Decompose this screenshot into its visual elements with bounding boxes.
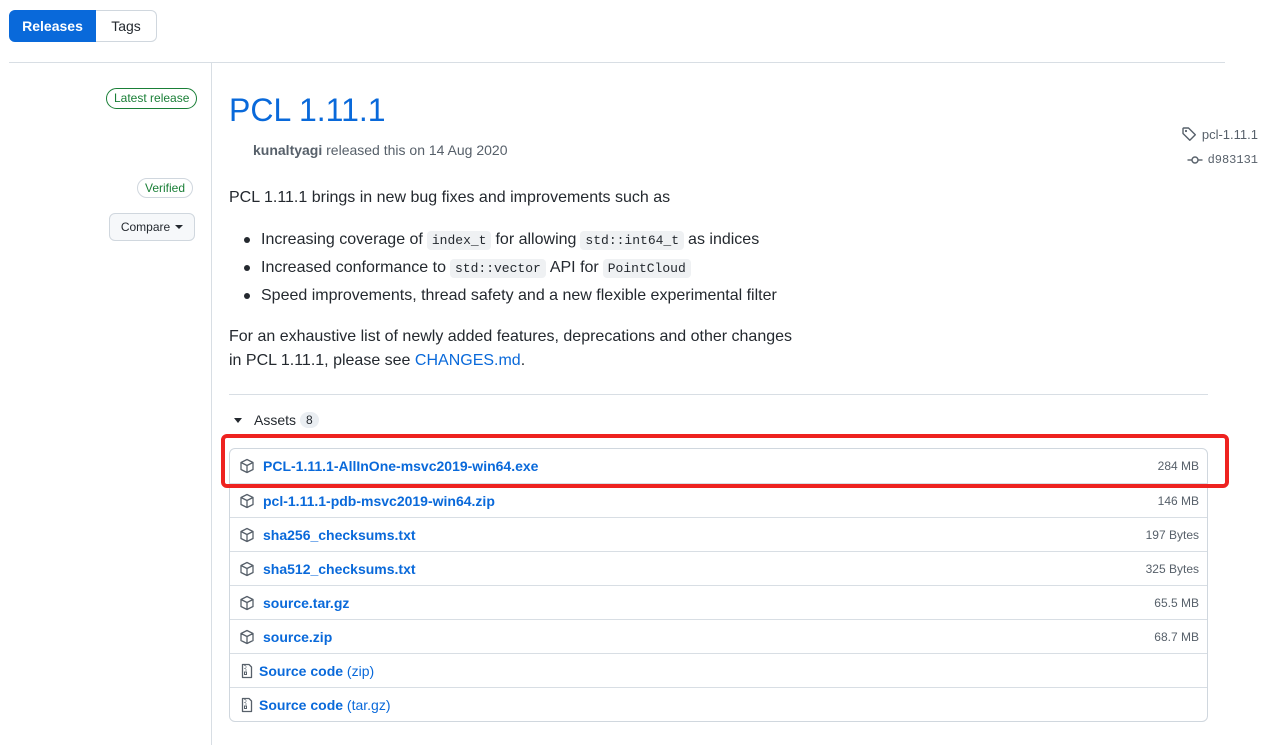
- file-zip-icon: [241, 663, 253, 678]
- package-icon: [240, 561, 254, 576]
- changes-link[interactable]: CHANGES.md: [415, 352, 521, 369]
- tag-name: pcl-1.11.1: [1201, 126, 1258, 142]
- asset-row[interactable]: sha512_checksums.txt 325 Bytes: [230, 551, 1207, 585]
- verified-badge[interactable]: Verified: [137, 178, 194, 198]
- asset-row[interactable]: PCL-1.11.1-AllInOne-msvc2019-win64.exe 2…: [230, 449, 1207, 483]
- assets-toggle[interactable]: Assets 8: [233, 412, 319, 428]
- asset-row[interactable]: sha256_checksums.txt 197 Bytes: [230, 517, 1207, 551]
- asset-size: 197 Bytes: [1145, 527, 1199, 542]
- commit-icon: [1187, 156, 1203, 164]
- file-zip-icon: [241, 697, 253, 712]
- sidebar-divider: [211, 62, 212, 745]
- bullet-dot: [244, 293, 250, 299]
- release-title[interactable]: PCL 1.11.1: [229, 92, 386, 129]
- tab-tags[interactable]: Tags: [96, 10, 157, 42]
- assets-count-badge: 8: [300, 412, 319, 428]
- assets-label: Assets: [254, 412, 297, 428]
- package-icon: [240, 493, 254, 508]
- assets-divider: [229, 394, 1208, 395]
- asset-name[interactable]: Source code (zip): [259, 663, 1199, 679]
- package-icon: [240, 527, 254, 542]
- asset-row[interactable]: source.tar.gz 65.5 MB: [230, 585, 1207, 619]
- inline-code: std::int64_t: [580, 230, 685, 250]
- inline-code: std::vector: [450, 258, 546, 278]
- asset-name[interactable]: Source code (tar.gz): [259, 697, 1199, 713]
- asset-name[interactable]: source.zip: [263, 629, 1154, 645]
- asset-size: 325 Bytes: [1145, 561, 1199, 576]
- asset-size: 65.5 MB: [1154, 595, 1199, 610]
- list-item: Increased conformance to std::vector API…: [229, 254, 777, 282]
- compare-button[interactable]: Compare: [109, 213, 195, 241]
- chevron-down-icon: [175, 225, 184, 229]
- inline-code: PointCloud: [602, 258, 691, 278]
- triangle-down-icon: [234, 417, 242, 423]
- package-icon: [240, 458, 254, 474]
- asset-name[interactable]: PCL-1.11.1-AllInOne-msvc2019-win64.exe: [263, 458, 1158, 474]
- commit-link[interactable]: d983131: [1187, 153, 1258, 167]
- asset-row[interactable]: Source code (tar.gz): [230, 687, 1207, 721]
- asset-size: 146 MB: [1157, 493, 1199, 508]
- list-item: Speed improvements, thread safety and a …: [229, 282, 777, 310]
- commit-hash: d983131: [1207, 153, 1258, 167]
- asset-row[interactable]: Source code (zip): [230, 653, 1207, 687]
- bullet-dot: [244, 237, 250, 243]
- package-icon: [240, 629, 254, 644]
- tab-releases[interactable]: Releases: [9, 10, 96, 42]
- asset-name[interactable]: pcl-1.11.1-pdb-msvc2019-win64.zip: [263, 493, 1158, 509]
- package-icon: [240, 595, 254, 610]
- list-item: Increasing coverage of index_t for allow…: [229, 226, 777, 254]
- release-intro: PCL 1.11.1 brings in new bug fixes and i…: [229, 189, 671, 206]
- compare-label: Compare: [120, 220, 171, 234]
- release-outro: For an exhaustive list of newly added fe…: [229, 328, 793, 369]
- asset-row[interactable]: pcl-1.11.1-pdb-msvc2019-win64.zip 146 MB: [230, 483, 1207, 517]
- asset-row[interactable]: source.zip 68.7 MB: [230, 619, 1207, 653]
- assets-list: PCL-1.11.1-AllInOne-msvc2019-win64.exe 2…: [229, 448, 1208, 722]
- release-author[interactable]: kunaltyagi: [253, 142, 322, 158]
- release-notes-list: Increasing coverage of index_t for allow…: [229, 226, 777, 310]
- bullet-dot: [244, 265, 250, 271]
- tag-icon: [1182, 127, 1196, 141]
- release-date-text: released this on 14 Aug 2020: [326, 142, 508, 158]
- latest-release-badge: Latest release: [106, 88, 198, 109]
- asset-name[interactable]: sha256_checksums.txt: [263, 527, 1146, 543]
- asset-name[interactable]: sha512_checksums.txt: [263, 561, 1146, 577]
- release-tabs: Releases Tags: [9, 10, 157, 42]
- asset-size: 284 MB: [1157, 459, 1199, 473]
- asset-size: 68.7 MB: [1154, 629, 1199, 644]
- asset-name[interactable]: source.tar.gz: [263, 595, 1154, 611]
- top-divider: [9, 62, 1225, 63]
- release-byline: kunaltyagi released this on 14 Aug 2020: [253, 142, 508, 158]
- tag-link[interactable]: pcl-1.11.1: [1181, 126, 1258, 142]
- inline-code: index_t: [426, 230, 492, 250]
